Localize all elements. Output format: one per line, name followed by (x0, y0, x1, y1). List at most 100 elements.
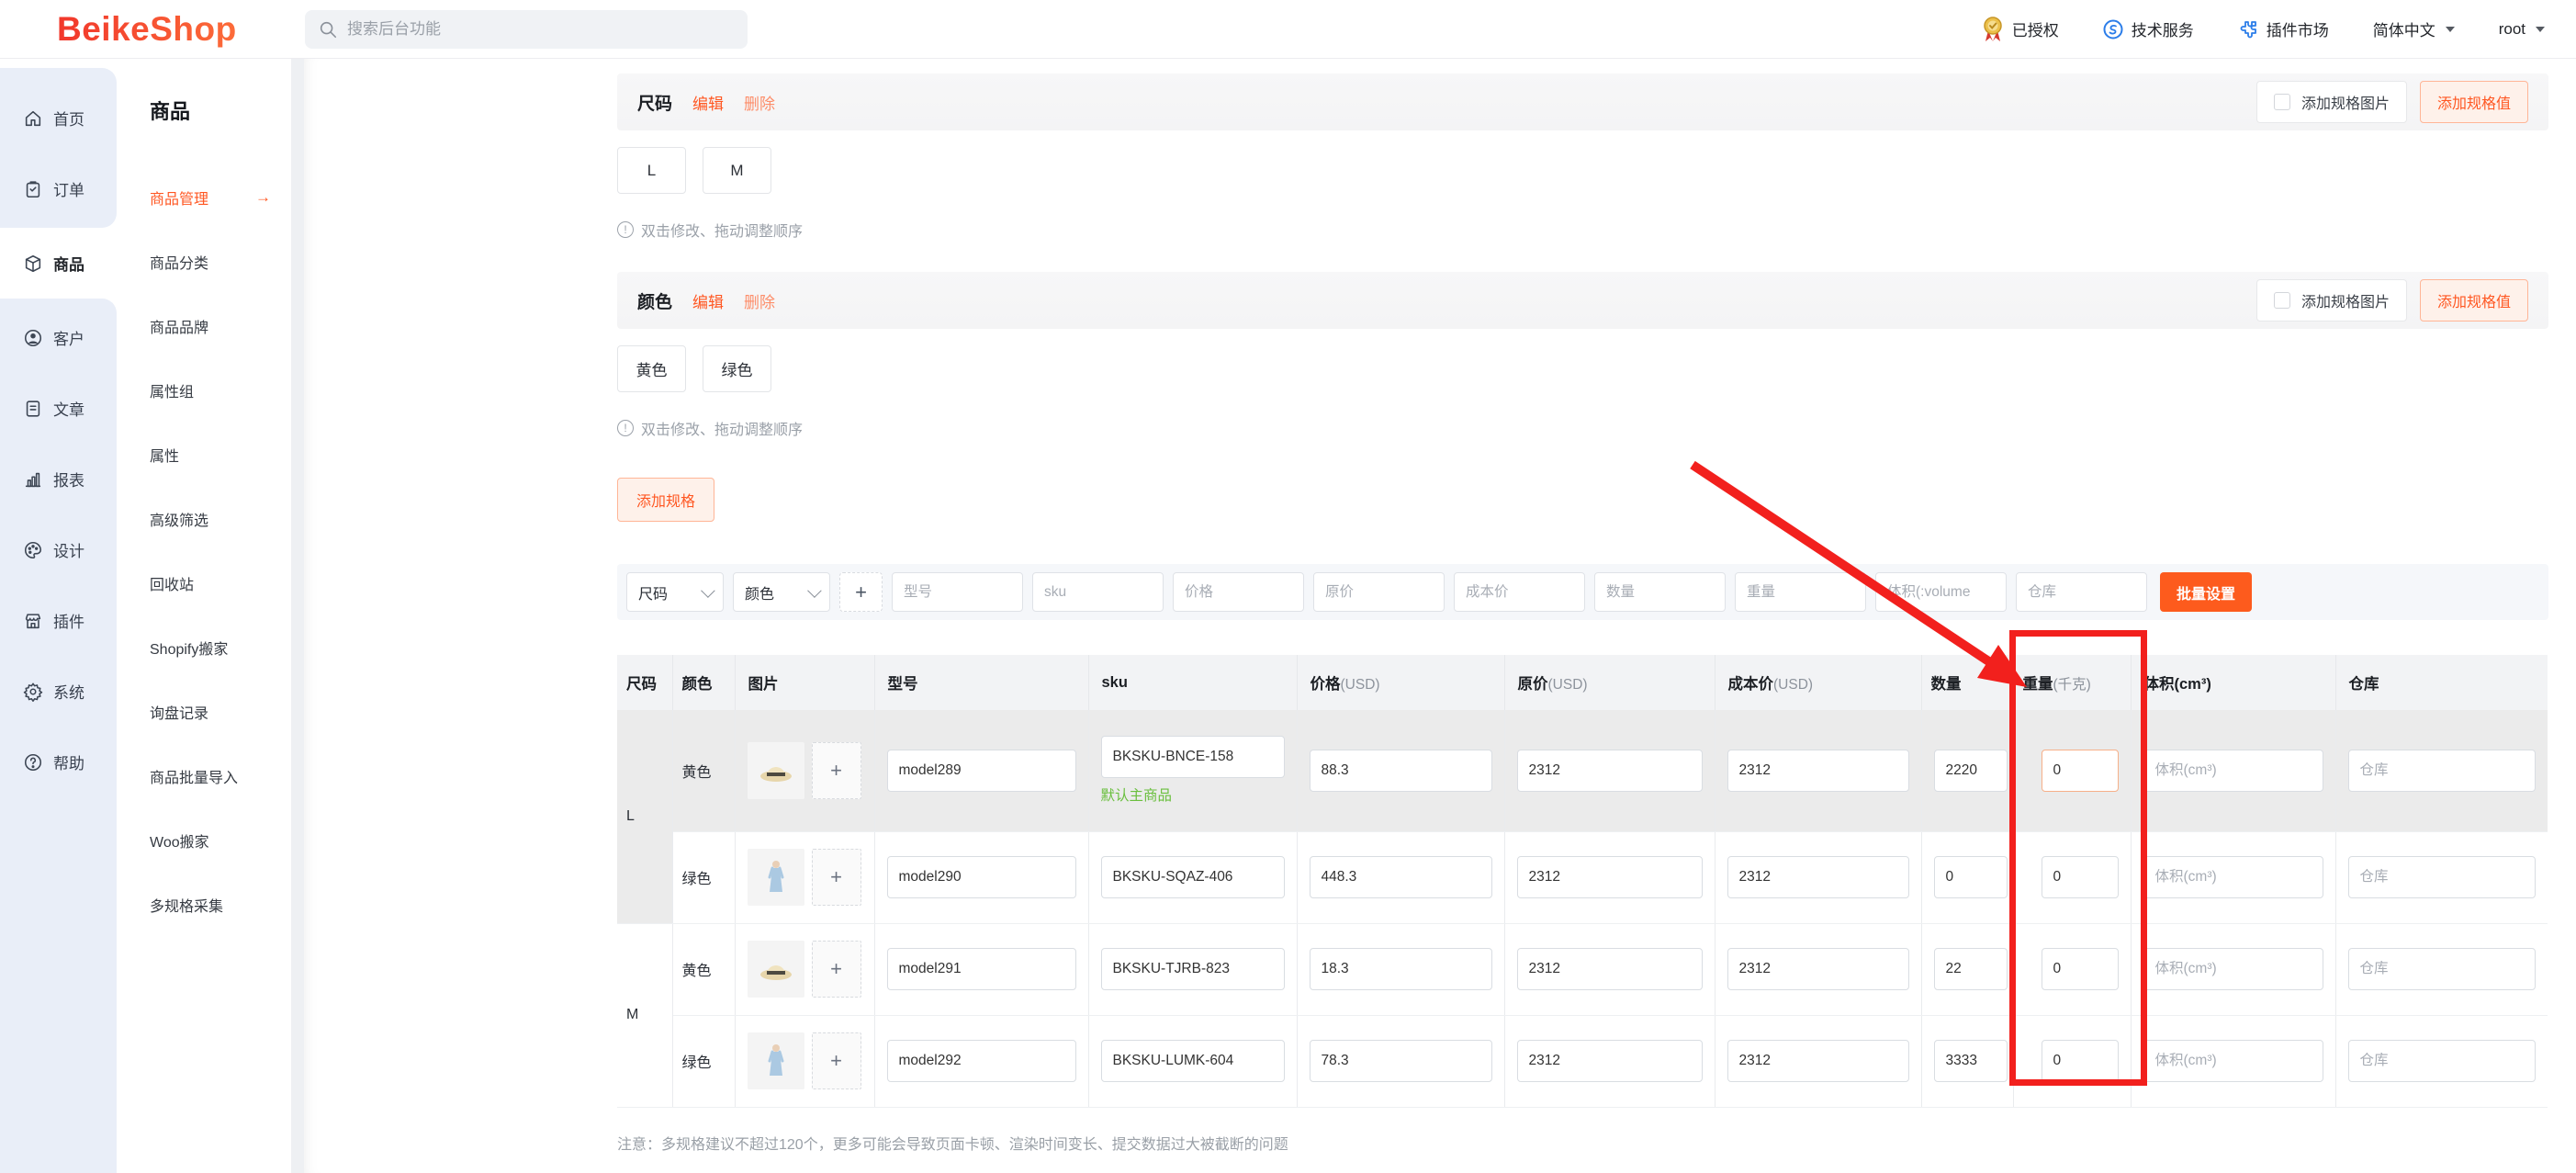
sidebar-item-help[interactable]: 帮助 (0, 727, 117, 797)
batch-sku-input[interactable] (1032, 572, 1164, 612)
add-spec-button[interactable]: 添加规格 (617, 478, 714, 522)
price-input[interactable] (1310, 750, 1492, 792)
color-chip[interactable]: 绿色 (703, 345, 771, 392)
sidebar-item-design[interactable]: 设计 (0, 514, 117, 585)
search-input[interactable] (347, 20, 735, 39)
batch-warehouse-input[interactable] (2016, 572, 2147, 612)
sidebar-item-customers[interactable]: 客户 (0, 302, 117, 373)
submenu-item-recycle-bin[interactable]: 回收站 (150, 551, 291, 615)
plugin-market-link[interactable]: 插件市场 (2238, 17, 2329, 40)
submenu-item-bulk-import[interactable]: 商品批量导入 (150, 744, 291, 808)
cost-price-input[interactable] (1727, 948, 1909, 990)
add-spec-value-button[interactable]: 添加规格值 (2420, 81, 2528, 123)
size-chip[interactable]: L (617, 147, 686, 194)
sidebar-item-articles[interactable]: 文章 (0, 373, 117, 444)
hat-product-photo[interactable] (748, 742, 804, 799)
dress-product-photo[interactable] (748, 1032, 804, 1089)
sidebar-item-system[interactable]: 系统 (0, 656, 117, 727)
weight-input[interactable] (2042, 948, 2119, 990)
add-spec-value-button[interactable]: 添加规格值 (2420, 279, 2528, 321)
submenu-item-categories[interactable]: 商品分类 (150, 230, 291, 294)
submenu-item-product-management[interactable]: 商品管理 → (150, 165, 291, 230)
warehouse-input[interactable] (2348, 750, 2537, 792)
checkbox-icon[interactable] (2274, 94, 2290, 110)
weight-input[interactable] (2042, 1040, 2119, 1082)
price-input[interactable] (1310, 948, 1492, 990)
submenu-item-brands[interactable]: 商品品牌 (150, 294, 291, 358)
color-chip[interactable]: 黄色 (617, 345, 686, 392)
weight-input[interactable] (2042, 856, 2119, 898)
sidebar-item-reports[interactable]: 报表 (0, 444, 117, 514)
edit-link[interactable]: 编辑 (692, 289, 724, 312)
dress-product-photo[interactable] (748, 849, 804, 906)
origin-price-input[interactable] (1517, 856, 1703, 898)
submenu-item-multi-spec-collect[interactable]: 多规格采集 (150, 873, 291, 937)
checkbox-icon[interactable] (2274, 292, 2290, 309)
origin-price-input[interactable] (1517, 948, 1703, 990)
warehouse-input[interactable] (2348, 856, 2537, 898)
quantity-input[interactable] (1934, 1040, 2008, 1082)
beikeshop-logo[interactable]: BeikeShop (57, 10, 287, 49)
language-switcher[interactable]: 简体中文 (2373, 17, 2455, 40)
add-image-button[interactable]: + (812, 941, 861, 998)
origin-price-input[interactable] (1517, 1040, 1703, 1082)
submenu-item-advanced-filter[interactable]: 高级筛选 (150, 487, 291, 551)
model-input[interactable] (887, 856, 1076, 898)
sku-input[interactable] (1101, 948, 1285, 990)
cost-price-input[interactable] (1727, 1040, 1909, 1082)
batch-price-input[interactable] (1173, 572, 1304, 612)
warehouse-input[interactable] (2348, 948, 2537, 990)
batch-quantity-input[interactable] (1594, 572, 1726, 612)
sku-input[interactable] (1101, 856, 1285, 898)
volume-input[interactable] (2143, 1040, 2323, 1082)
add-image-button[interactable]: + (812, 1032, 861, 1089)
submenu-scrollbar[interactable] (291, 59, 304, 1173)
submenu-item-attribute-groups[interactable]: 属性组 (150, 358, 291, 423)
submenu-item-shopify-migrate[interactable]: Shopify搬家 (150, 615, 291, 680)
delete-link[interactable]: 删除 (744, 91, 775, 114)
quantity-input[interactable] (1934, 750, 2008, 792)
sku-input[interactable] (1101, 1040, 1285, 1082)
color-select[interactable]: 颜色 (733, 572, 830, 612)
size-chip[interactable]: M (703, 147, 771, 194)
model-input[interactable] (887, 948, 1076, 990)
size-select[interactable]: 尺码 (626, 572, 724, 612)
license-status[interactable]: 已授权 (1982, 17, 2059, 42)
sidebar-item-products[interactable]: 商品 (0, 228, 117, 299)
cost-price-input[interactable] (1727, 856, 1909, 898)
volume-input[interactable] (2143, 750, 2323, 792)
delete-link[interactable]: 删除 (744, 289, 775, 312)
model-input[interactable] (887, 750, 1076, 792)
batch-cost-price-input[interactable] (1454, 572, 1585, 612)
model-input[interactable] (887, 1040, 1076, 1082)
sidebar-item-home[interactable]: 首页 (0, 83, 117, 153)
volume-input[interactable] (2143, 948, 2323, 990)
add-image-button[interactable]: + (812, 849, 861, 906)
add-filter-button[interactable]: + (839, 572, 883, 612)
warehouse-input[interactable] (2348, 1040, 2537, 1082)
cost-price-input[interactable] (1727, 750, 1909, 792)
sidebar-item-orders[interactable]: 订单 (0, 153, 117, 224)
add-spec-image-toggle[interactable]: 添加规格图片 (2256, 81, 2407, 123)
submenu-item-attributes[interactable]: 属性 (150, 423, 291, 487)
quantity-input[interactable] (1934, 948, 2008, 990)
quantity-input[interactable] (1934, 856, 2008, 898)
origin-price-input[interactable] (1517, 750, 1703, 792)
global-search[interactable] (305, 10, 748, 49)
sidebar-item-plugins[interactable]: 插件 (0, 585, 117, 656)
add-spec-image-toggle[interactable]: 添加规格图片 (2256, 279, 2407, 321)
batch-set-button[interactable]: 批量设置 (2160, 572, 2252, 612)
batch-weight-input[interactable] (1735, 572, 1866, 612)
tech-service-link[interactable]: 技术服务 (2103, 17, 2194, 40)
batch-origin-price-input[interactable] (1313, 572, 1445, 612)
weight-input[interactable] (2042, 750, 2119, 792)
price-input[interactable] (1310, 856, 1492, 898)
batch-model-input[interactable] (892, 572, 1023, 612)
volume-input[interactable] (2143, 856, 2323, 898)
price-input[interactable] (1310, 1040, 1492, 1082)
user-menu[interactable]: root (2499, 20, 2545, 39)
hat-product-photo[interactable] (748, 941, 804, 998)
batch-volume-input[interactable] (1875, 572, 2007, 612)
add-image-button[interactable]: + (812, 742, 861, 799)
sku-input[interactable] (1101, 736, 1285, 778)
